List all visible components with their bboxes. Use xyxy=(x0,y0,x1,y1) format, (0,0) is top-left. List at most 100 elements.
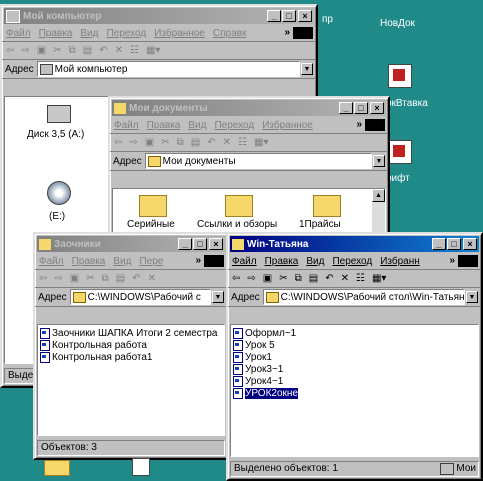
list-item-selected[interactable]: УРОК2окне xyxy=(231,387,478,399)
properties-icon[interactable]: ☷ xyxy=(130,45,139,56)
menu-file[interactable]: Файл xyxy=(232,256,257,267)
cut-icon[interactable]: ✂ xyxy=(53,45,61,56)
folder-icon[interactable] xyxy=(225,195,253,217)
address-dropdown-button[interactable]: ▼ xyxy=(373,155,385,167)
chevron-icon[interactable]: » xyxy=(195,255,201,266)
views-icon[interactable]: ▦▾ xyxy=(372,273,386,284)
up-folder-icon[interactable]: ▣ xyxy=(37,45,46,56)
list-item[interactable]: Оформл~1 xyxy=(231,327,478,339)
views-icon[interactable]: ▦▾ xyxy=(146,45,160,56)
window-zaochniki[interactable]: Заочники _ □ × Файл Правка Вид Пере » ⇦ … xyxy=(33,232,229,460)
up-folder-icon[interactable]: ▣ xyxy=(145,137,154,148)
menu-edit[interactable]: Правка xyxy=(265,256,299,267)
menu-file[interactable]: Файл xyxy=(114,120,139,131)
titlebar-zaochniki[interactable]: Заочники _ □ × xyxy=(37,236,225,252)
cut-icon[interactable]: ✂ xyxy=(86,273,94,284)
chevron-icon[interactable]: » xyxy=(284,27,290,38)
maximize-button[interactable]: □ xyxy=(282,10,296,22)
desktop-item-vstavka[interactable]: окВтавка xyxy=(386,98,428,109)
menu-view[interactable]: Вид xyxy=(306,256,324,267)
views-icon[interactable]: ▦▾ xyxy=(254,137,268,148)
delete-icon[interactable]: ✕ xyxy=(115,45,123,56)
list-item[interactable]: Заочники ШАПКА Итоги 2 семестра xyxy=(38,327,224,339)
forward-icon[interactable]: ⇨ xyxy=(247,273,255,284)
paste-icon[interactable]: ▤ xyxy=(309,273,318,284)
cd-drive-icon[interactable] xyxy=(47,181,71,205)
list-item[interactable]: Урок1 xyxy=(231,351,478,363)
delete-icon[interactable]: ✕ xyxy=(223,137,231,148)
minimize-button[interactable]: _ xyxy=(267,10,281,22)
address-field[interactable]: Мой компьютер xyxy=(36,61,300,77)
folder-label[interactable]: 1Прайсы xyxy=(299,219,341,230)
forward-icon[interactable]: ⇨ xyxy=(21,45,29,56)
delete-icon[interactable]: ✕ xyxy=(341,273,349,284)
close-button[interactable]: × xyxy=(298,10,312,22)
file-list[interactable]: Оформл~1 Урок 5 Урок1 Урок3~1 Урок4~1 УР… xyxy=(230,324,479,457)
menu-go[interactable]: Переход xyxy=(332,256,372,267)
close-button[interactable]: × xyxy=(209,238,223,250)
properties-icon[interactable]: ☷ xyxy=(356,273,365,284)
folder-label[interactable]: Серийные xyxy=(127,219,175,230)
copy-icon[interactable]: ⧉ xyxy=(177,137,184,148)
floppy-drive-icon[interactable] xyxy=(47,105,71,123)
titlebar-my-documents[interactable]: Мои документы _ □ × xyxy=(112,100,386,116)
list-item[interactable]: Контрольная работа1 xyxy=(38,351,224,363)
menu-edit[interactable]: Правка xyxy=(39,28,73,39)
minimize-button[interactable]: _ xyxy=(339,102,353,114)
back-icon[interactable]: ⇦ xyxy=(232,273,240,284)
floppy-drive-label[interactable]: Диск 3,5 (A:) xyxy=(27,129,84,140)
list-item[interactable]: Урок 5 xyxy=(231,339,478,351)
menu-go[interactable]: Пере xyxy=(139,256,163,267)
undo-icon[interactable]: ↶ xyxy=(132,273,140,284)
address-dropdown-button[interactable]: ▼ xyxy=(466,291,478,303)
titlebar-my-computer[interactable]: Мой компьютер _ □ × xyxy=(4,8,314,24)
folder-icon[interactable] xyxy=(313,195,341,217)
close-button[interactable]: × xyxy=(370,102,384,114)
folder-label[interactable]: Ссылки и обзоры xyxy=(197,219,277,230)
address-field[interactable]: C:\WINDOWS\Рабочий стол\Win-Татьян xyxy=(262,289,465,305)
menu-favorites[interactable]: Избранн xyxy=(380,256,420,267)
menu-go[interactable]: Переход xyxy=(214,120,254,131)
copy-icon[interactable]: ⧉ xyxy=(295,273,302,284)
menu-help[interactable]: Справк xyxy=(213,28,246,39)
document-icon[interactable] xyxy=(388,0,410,10)
chevron-icon[interactable]: » xyxy=(449,255,455,266)
window-my-documents[interactable]: Мои документы _ □ × Файл Правка Вид Пере… xyxy=(108,96,390,246)
file-list[interactable]: Заочники ШАПКА Итоги 2 семестра Контроль… xyxy=(37,324,225,436)
menu-view[interactable]: Вид xyxy=(113,256,131,267)
menu-view[interactable]: Вид xyxy=(188,120,206,131)
folder-icon[interactable] xyxy=(44,460,70,476)
minimize-button[interactable]: _ xyxy=(178,238,192,250)
paste-icon[interactable]: ▤ xyxy=(116,273,125,284)
delete-icon[interactable]: ✕ xyxy=(148,273,156,284)
scroll-up-button[interactable]: ▲ xyxy=(372,189,385,202)
forward-icon[interactable]: ⇨ xyxy=(54,273,62,284)
word-doc-icon[interactable] xyxy=(388,140,412,164)
properties-icon[interactable]: ☷ xyxy=(238,137,247,148)
forward-icon[interactable]: ⇨ xyxy=(129,137,137,148)
minimize-button[interactable]: _ xyxy=(432,238,446,250)
menu-favorites[interactable]: Избранное xyxy=(262,120,313,131)
word-doc-icon[interactable] xyxy=(388,64,412,88)
address-field[interactable]: C:\WINDOWS\Рабочий с xyxy=(69,289,211,305)
menu-go[interactable]: Переход xyxy=(106,28,146,39)
cut-icon[interactable]: ✂ xyxy=(161,137,169,148)
close-button[interactable]: × xyxy=(463,238,477,250)
copy-icon[interactable]: ⧉ xyxy=(69,45,76,56)
folder-icon[interactable] xyxy=(139,195,167,217)
chevron-icon[interactable]: » xyxy=(356,119,362,130)
menu-edit[interactable]: Правка xyxy=(72,256,106,267)
back-icon[interactable]: ⇦ xyxy=(114,137,122,148)
list-item[interactable]: Урок4~1 xyxy=(231,375,478,387)
up-folder-icon[interactable]: ▣ xyxy=(263,273,272,284)
maximize-button[interactable]: □ xyxy=(354,102,368,114)
address-field[interactable]: Мои документы xyxy=(144,153,372,169)
cd-drive-label[interactable]: (E:) xyxy=(49,211,65,222)
undo-icon[interactable]: ↶ xyxy=(207,137,215,148)
menu-edit[interactable]: Правка xyxy=(147,120,181,131)
window-win-tatiana[interactable]: Win-Татьяна _ □ × Файл Правка Вид Перехо… xyxy=(226,232,483,481)
menu-favorites[interactable]: Избранное xyxy=(154,28,205,39)
maximize-button[interactable]: □ xyxy=(447,238,461,250)
cut-icon[interactable]: ✂ xyxy=(279,273,287,284)
undo-icon[interactable]: ↶ xyxy=(325,273,333,284)
